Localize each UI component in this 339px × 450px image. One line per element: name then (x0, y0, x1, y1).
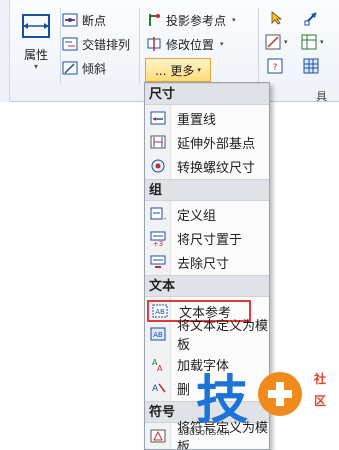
menu-item-label: 转换螺纹尺寸 (177, 160, 256, 176)
extend-base-icon (150, 134, 166, 150)
symbol-template-icon (150, 428, 166, 444)
thread-icon (150, 158, 166, 174)
text-template-icon: AB (150, 326, 166, 342)
projection-ref-label: 投影参考点 (166, 13, 227, 28)
projection-ref-icon (146, 12, 162, 28)
table-icon (301, 34, 317, 53)
menu-section-header: 文本 (145, 275, 269, 297)
oblique-button[interactable]: 倾斜 (62, 58, 106, 78)
menu-item-convert-thread[interactable]: 转换螺纹尺寸 (145, 155, 269, 177)
arrow-select-button[interactable] (268, 10, 286, 28)
stagger-icon (62, 36, 78, 52)
ribbon-separator (60, 8, 61, 84)
delete-font-icon: A (150, 380, 166, 396)
group-label: 具 (316, 90, 327, 103)
svg-text:A: A (152, 384, 159, 394)
menu-item-label: 定义组 (177, 208, 217, 224)
svg-text:A: A (157, 364, 163, 372)
breakpoint-icon (62, 12, 78, 28)
chevron-down-icon: ▾ (220, 40, 224, 48)
menu-item-reset-line[interactable]: 重置线 (145, 107, 269, 129)
watermark-url: addsofts.cn (178, 428, 230, 438)
place-dimension-icon: +3 (150, 230, 166, 248)
watermark-badge-top: 社 (314, 372, 327, 386)
breakpoint-label: 断点 (82, 13, 107, 28)
text-ref-icon: ? (267, 58, 283, 77)
menu-section-header: 尺寸 (145, 83, 269, 105)
svg-text:AB: AB (155, 308, 165, 316)
menu-item-place-dimension[interactable]: +3 将尺寸置于 (145, 227, 269, 249)
table-tool-button[interactable] (300, 34, 318, 52)
define-group-icon: + (150, 206, 170, 223)
watermark-badge-bottom: 区 (314, 394, 327, 408)
more-label: ... 更多 (155, 63, 195, 78)
arrow-pencil-button[interactable] (302, 10, 320, 28)
breakpoint-button[interactable]: 断点 (62, 10, 106, 30)
menu-item-label: 将尺寸置于 (177, 232, 243, 248)
svg-text:+3: +3 (153, 240, 163, 246)
menu-item-extend-base[interactable]: 延伸外部基点 (145, 131, 269, 153)
chevron-down-icon: ▾ (197, 66, 201, 74)
load-font-icon: AA (150, 356, 166, 373)
svg-text:+: + (163, 214, 166, 222)
svg-text:?: ? (273, 63, 278, 73)
modify-position-button[interactable]: 修改位置 ▾ (146, 34, 224, 54)
menu-item-label: 重置线 (177, 112, 217, 128)
modify-position-icon (146, 36, 162, 52)
line-tool-button[interactable] (264, 34, 282, 52)
arrow-select-icon (270, 10, 284, 28)
menu-item-text-template[interactable]: AB 将文本定义为模板 (145, 319, 269, 353)
menu-item-label: 延伸外部基点 (177, 136, 256, 152)
remove-dimension-icon (150, 254, 166, 270)
text-ref-tool-button[interactable]: ? (266, 58, 284, 76)
chevron-down-icon: ▾ (232, 16, 236, 24)
properties-label: 属性 (23, 48, 48, 62)
ribbon-separator (139, 8, 140, 84)
stagger-label: 交错排列 (82, 37, 131, 52)
reset-line-icon (150, 110, 166, 126)
ribbon-edge (0, 0, 10, 102)
chevron-down-icon: ▾ (320, 38, 324, 46)
grid-tool-button[interactable] (302, 58, 320, 76)
projection-ref-button[interactable]: 投影参考点 ▾ (146, 10, 236, 30)
oblique-icon (62, 60, 78, 76)
more-button[interactable]: ... 更多 ▾ (145, 58, 211, 82)
chevron-down-icon: ▾ (33, 62, 38, 71)
menu-item-remove-dimension[interactable]: 去除尺寸 (145, 251, 269, 273)
menu-section-header: 组 (145, 179, 269, 201)
properties-button[interactable]: 属性 ▾ (14, 10, 58, 84)
grid-icon (303, 58, 319, 77)
chevron-down-icon: ▾ (284, 38, 288, 46)
line-icon (265, 34, 281, 53)
arrow-pencil-icon (303, 10, 319, 29)
text-reference-icon: AB (152, 303, 168, 319)
svg-text:AB: AB (153, 331, 163, 339)
watermark-glyph: 技 (196, 371, 248, 431)
oblique-label: 倾斜 (82, 61, 107, 76)
modify-position-label: 修改位置 (166, 37, 215, 52)
properties-icon (19, 12, 53, 42)
menu-item-define-group[interactable]: + 定义组 (145, 203, 269, 225)
menu-item-label: 去除尺寸 (177, 256, 230, 272)
ribbon-separator (258, 8, 259, 84)
stagger-button[interactable]: 交错排列 (62, 34, 130, 54)
menu-item-label: 将文本定义为模板 (177, 319, 269, 353)
